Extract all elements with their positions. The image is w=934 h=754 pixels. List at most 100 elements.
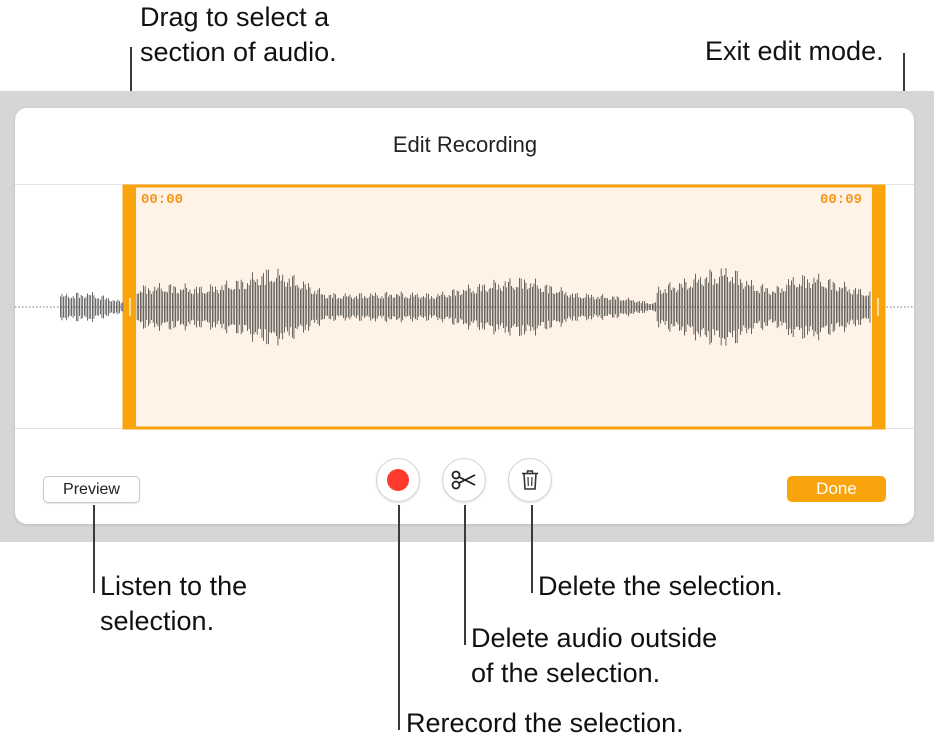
callout-trim: Delete audio outside of the selection. <box>471 623 718 688</box>
waveform-bar <box>720 268 722 346</box>
waveform-bar <box>556 292 557 322</box>
waveform-bar <box>511 286 512 328</box>
waveform-bar <box>66 293 68 321</box>
waveform-bar <box>567 295 568 319</box>
scissors-icon <box>451 470 476 490</box>
waveform-bar <box>429 299 431 315</box>
waveform-bar <box>104 299 106 315</box>
waveform-bar <box>695 273 696 341</box>
waveform-bar <box>805 287 807 326</box>
waveform-bar <box>658 286 660 328</box>
waveform-bar <box>692 287 693 327</box>
waveform-bar <box>496 289 498 325</box>
waveform-bar <box>482 285 484 329</box>
waveform-bar <box>660 290 661 324</box>
waveform-bar <box>746 280 748 334</box>
waveform-bar <box>864 296 866 318</box>
waveform-bar <box>77 292 79 322</box>
waveform-bar <box>303 281 304 333</box>
waveform-bar <box>580 297 581 317</box>
waveform-bar <box>136 294 138 320</box>
leader-line-rerecord <box>398 505 400 730</box>
waveform-bar <box>98 298 100 316</box>
waveform-bar <box>394 297 396 317</box>
waveform-bar <box>95 298 96 316</box>
waveform-bar <box>823 286 824 328</box>
preview-button[interactable]: Preview <box>43 476 140 503</box>
waveform-bar <box>156 290 157 324</box>
waveform-bar <box>420 298 421 316</box>
waveform-bar <box>471 292 472 322</box>
waveform-bar <box>330 294 332 320</box>
callout-listen: Listen to the selection. <box>100 571 248 636</box>
waveform-bar <box>426 293 428 321</box>
waveform-bar <box>194 289 196 325</box>
trim-button[interactable] <box>442 458 486 502</box>
waveform-bar <box>213 291 215 323</box>
waveform-bar <box>781 288 783 326</box>
waveform-bar <box>96 298 98 316</box>
waveform-bar <box>396 294 397 320</box>
waveform-bar <box>346 296 348 318</box>
waveform-editor[interactable] <box>15 184 914 430</box>
waveform-bar <box>165 291 167 323</box>
waveform-bar <box>464 291 466 324</box>
waveform-bar <box>693 279 695 335</box>
waveform-bar <box>856 294 858 320</box>
waveform-bar <box>242 282 244 332</box>
waveform-bar <box>392 297 394 317</box>
waveform-bar <box>628 297 629 317</box>
waveform-bar <box>378 298 380 316</box>
waveform-bar <box>290 286 292 328</box>
waveform-bar <box>676 292 677 322</box>
waveform-bar <box>834 283 836 331</box>
waveform-bar <box>416 293 418 321</box>
waveform-bar <box>372 295 373 319</box>
waveform-bar <box>759 293 760 321</box>
rerecord-button[interactable] <box>376 458 420 502</box>
waveform-bar <box>184 283 186 331</box>
waveform-bar <box>600 295 602 319</box>
waveform-bar <box>175 287 176 327</box>
waveform-bar <box>616 296 618 318</box>
done-button[interactable]: Done <box>787 476 886 502</box>
waveform-bar <box>176 292 178 322</box>
waveform-bar <box>348 296 349 318</box>
waveform-bar <box>263 273 264 341</box>
waveform-bar <box>397 294 399 320</box>
waveform-bar <box>164 291 165 323</box>
waveform-bar <box>527 289 528 325</box>
waveform-bar <box>122 302 124 312</box>
waveform-bar <box>69 298 71 316</box>
callout-exit-edit-mode: Exit edit mode. <box>705 36 884 66</box>
waveform-bar <box>333 293 335 321</box>
waveform-bar <box>359 293 360 321</box>
waveform-bar <box>80 295 82 319</box>
waveform-bar <box>666 293 668 321</box>
waveform-bar <box>748 284 749 330</box>
waveform-bar <box>399 296 400 318</box>
waveform-bar <box>151 294 152 320</box>
waveform-bar <box>487 291 488 323</box>
waveform-bar <box>456 290 458 324</box>
waveform-bar <box>152 291 154 323</box>
waveform-bar <box>488 288 490 325</box>
waveform-bar <box>79 297 80 316</box>
waveform-bar <box>621 300 623 314</box>
waveform-bar <box>170 284 172 330</box>
waveform-bar <box>520 278 522 336</box>
waveform-bar <box>576 292 578 322</box>
delete-button[interactable] <box>508 458 552 502</box>
waveform-bar <box>159 283 160 331</box>
waveform-bar <box>298 287 300 327</box>
waveform-bar <box>564 294 565 320</box>
waveform-bar <box>645 303 647 311</box>
waveform-bar <box>221 285 223 329</box>
waveform-bar <box>280 280 282 334</box>
waveform-bar <box>276 277 277 337</box>
waveform-bar <box>608 300 610 314</box>
waveform-bar <box>799 284 800 330</box>
waveform-bar <box>351 297 352 317</box>
waveform-bar <box>452 290 453 324</box>
waveform-bar <box>292 276 293 338</box>
